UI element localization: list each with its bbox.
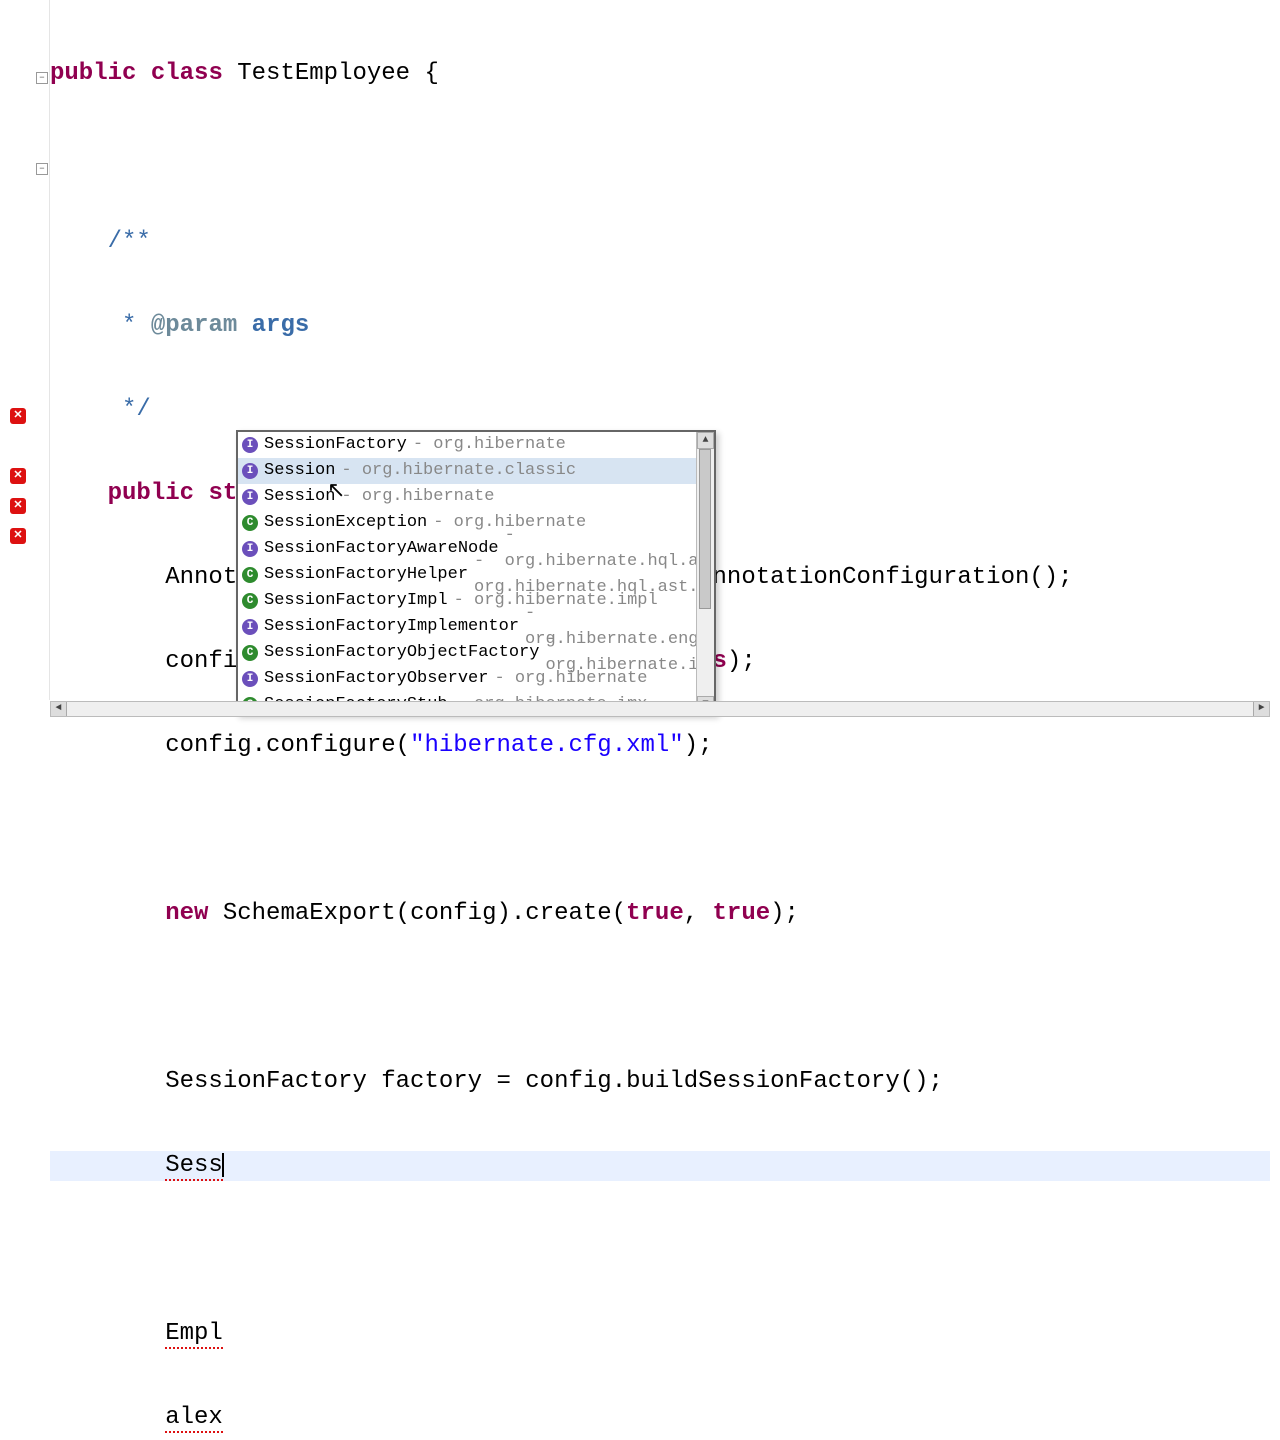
interface-icon: I xyxy=(242,619,258,635)
suggestion-name: SessionException xyxy=(264,510,427,536)
suggestion-item[interactable]: CSessionFactoryHelper- org.hibernate.hql… xyxy=(238,562,696,588)
scroll-thumb[interactable] xyxy=(699,449,711,609)
interface-icon: I xyxy=(242,489,258,505)
suggestion-package: - org.hibernate.classic xyxy=(341,458,576,484)
code-text: ); xyxy=(684,732,713,759)
suggestion-package: - org.hibernate xyxy=(341,484,494,510)
boolean: true xyxy=(626,900,684,927)
error-token: Empl xyxy=(165,1320,223,1349)
error-marker-icon[interactable]: ✕ xyxy=(10,498,26,514)
suggestion-item[interactable]: CSessionFactoryObjectFactory- org.hibern… xyxy=(238,640,696,666)
incomplete-identifier: Sess xyxy=(165,1152,223,1181)
scroll-left-icon[interactable]: ◄ xyxy=(51,702,67,716)
code-text: SchemaExport(config).create( xyxy=(208,900,626,927)
suggestion-name: SessionFactoryObserver xyxy=(264,666,488,692)
suggestion-name: SessionFactoryImpl xyxy=(264,588,448,614)
interface-icon: I xyxy=(242,541,258,557)
keyword: public xyxy=(50,60,136,87)
class-icon: C xyxy=(242,593,258,609)
suggestion-name: SessionFactory xyxy=(264,432,407,458)
param-name: args xyxy=(252,312,310,339)
code-text: ); xyxy=(770,900,799,927)
keyword: new xyxy=(165,900,208,927)
code-text: AnnotationConfiguration(); xyxy=(684,564,1073,591)
error-marker-icon[interactable]: ✕ xyxy=(10,528,26,544)
suggestion-name: SessionFactoryObjectFactory xyxy=(264,640,539,666)
class-name: TestEmployee xyxy=(237,60,410,87)
suggestion-name: SessionFactoryHelper xyxy=(264,562,468,588)
string-literal: "hibernate.cfg.xml" xyxy=(410,732,684,759)
scroll-right-icon[interactable]: ► xyxy=(1253,702,1269,716)
javadoc-tag: @param xyxy=(151,312,237,339)
suggestion-name: SessionFactoryImplementor xyxy=(264,614,519,640)
gutter: − − ✕ ✕ ✕ ✕ xyxy=(0,0,50,700)
class-icon: C xyxy=(242,645,258,661)
brace: { xyxy=(424,60,438,87)
text-caret xyxy=(222,1153,224,1177)
fold-toggle-icon[interactable]: − xyxy=(36,72,48,84)
comment: * xyxy=(108,312,151,339)
suggestion-item[interactable]: I Session- org.hibernate.classic xyxy=(238,458,696,484)
suggestion-list[interactable]: ISessionFactory- org.hibernate ISession-… xyxy=(238,432,696,713)
code-text: , xyxy=(684,900,713,927)
horizontal-scrollbar[interactable]: ◄ ► xyxy=(50,701,1270,717)
error-marker-icon[interactable]: ✕ xyxy=(10,408,26,424)
keyword: public xyxy=(108,480,194,507)
interface-icon: I xyxy=(242,671,258,687)
interface-icon: I xyxy=(242,437,258,453)
error-marker-icon[interactable]: ✕ xyxy=(10,468,26,484)
suggestion-package: - org.hibernate xyxy=(494,666,647,692)
keyword: class xyxy=(151,60,223,87)
suggestion-item[interactable]: I SessionFactory- org.hibernate xyxy=(238,432,696,458)
code-text: SessionFactory factory = config.buildSes… xyxy=(165,1068,943,1095)
suggestion-name: Session xyxy=(264,458,335,484)
comment: */ xyxy=(108,396,151,423)
scrollbar[interactable]: ▲ ▼ xyxy=(696,432,714,713)
scroll-up-icon[interactable]: ▲ xyxy=(697,432,714,449)
suggestion-name: Session xyxy=(264,484,335,510)
interface-icon: I xyxy=(242,463,258,479)
class-icon: C xyxy=(242,515,258,531)
code-text: ); xyxy=(727,648,756,675)
suggestion-item[interactable]: I SessionFactoryObserver- org.hibernate xyxy=(238,666,696,692)
class-icon: C xyxy=(242,567,258,583)
boolean: true xyxy=(713,900,771,927)
comment: /** xyxy=(108,228,151,255)
fold-toggle-icon[interactable]: − xyxy=(36,163,48,175)
suggestion-name: SessionFactoryAwareNode xyxy=(264,536,499,562)
error-token: alex xyxy=(165,1404,223,1433)
suggestion-item[interactable]: I Session- org.hibernate xyxy=(238,484,696,510)
autocomplete-popup[interactable]: ISessionFactory- org.hibernate ISession-… xyxy=(236,430,716,715)
code-text: config.configure( xyxy=(165,732,410,759)
suggestion-package: - org.hibernate xyxy=(413,432,566,458)
